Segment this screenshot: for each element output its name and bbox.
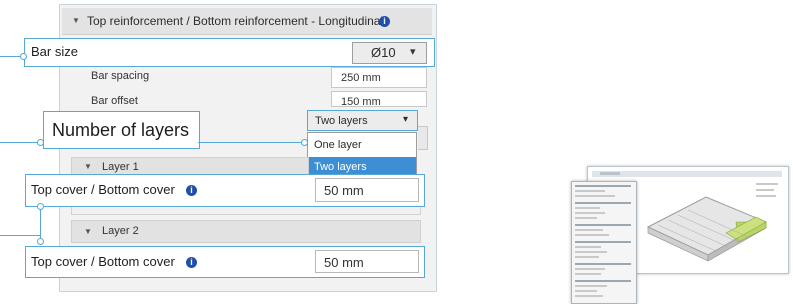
cover-leader-dot-1 bbox=[37, 203, 44, 210]
top-cover-field-1[interactable]: 50 mm bbox=[315, 178, 419, 202]
bar-size-leader-dot bbox=[20, 53, 27, 60]
info-icon[interactable]: i bbox=[379, 16, 390, 27]
info-icon[interactable]: i bbox=[186, 185, 197, 196]
panel-field-edge bbox=[418, 126, 428, 150]
number-of-layers-label: Number of layers bbox=[52, 120, 190, 140]
top-cover-value-1: 50 mm bbox=[324, 183, 364, 198]
dropdown-leader-dot bbox=[301, 139, 308, 146]
number-of-layers-dropdown: One layer Two layers bbox=[307, 132, 417, 180]
cover-leader-dot-2 bbox=[37, 238, 44, 245]
bar-offset-value: 150 mm bbox=[341, 96, 381, 107]
section-header[interactable]: ▼ Top reinforcement / Bottom reinforceme… bbox=[62, 8, 432, 35]
chevron-down-icon: ▾ bbox=[403, 114, 409, 125]
section-title: Top reinforcement / Bottom reinforcement… bbox=[87, 14, 384, 28]
bar-spacing-label: Bar spacing bbox=[91, 70, 150, 82]
chevron-down-icon: ▾ bbox=[410, 46, 416, 58]
cover-leader bbox=[0, 235, 40, 236]
number-of-layers-select[interactable]: Two layers ▾ bbox=[307, 110, 418, 131]
expand-triangle-icon: ▼ bbox=[84, 227, 92, 236]
info-icon[interactable]: i bbox=[186, 257, 197, 268]
app-preview-sidebar-thumbnail bbox=[571, 181, 637, 304]
option-one-layer[interactable]: One layer bbox=[308, 135, 416, 156]
collapse-triangle-icon[interactable]: ▼ bbox=[72, 8, 80, 34]
bar-spacing-field[interactable]: 250 mm bbox=[331, 67, 427, 88]
top-cover-value-2: 50 mm bbox=[324, 255, 364, 270]
number-of-layers-value: Two layers bbox=[315, 115, 368, 127]
layer-2-header[interactable]: ▼ Layer 2 bbox=[71, 220, 421, 243]
layer-2-title: Layer 2 bbox=[102, 225, 139, 237]
dropdown-leader bbox=[198, 142, 306, 143]
bar-spacing-value: 250 mm bbox=[341, 72, 381, 84]
bar-size-leader bbox=[0, 56, 22, 57]
number-of-layers-callout: Number of layers bbox=[43, 111, 200, 149]
number-of-layers-leader-dot bbox=[37, 139, 44, 146]
bar-size-value: Ø10 bbox=[371, 45, 396, 60]
bar-size-label: Bar size bbox=[31, 44, 78, 59]
number-of-layers-leader bbox=[0, 142, 40, 143]
bar-size-select[interactable]: Ø10 ▾ bbox=[352, 42, 427, 64]
top-cover-label-2: Top cover / Bottom cover bbox=[31, 254, 175, 269]
top-cover-field-2[interactable]: 50 mm bbox=[315, 250, 419, 273]
bar-offset-field[interactable]: 150 mm bbox=[331, 91, 427, 107]
top-cover-label-1: Top cover / Bottom cover bbox=[31, 182, 175, 197]
bar-offset-label: Bar offset bbox=[91, 95, 138, 107]
